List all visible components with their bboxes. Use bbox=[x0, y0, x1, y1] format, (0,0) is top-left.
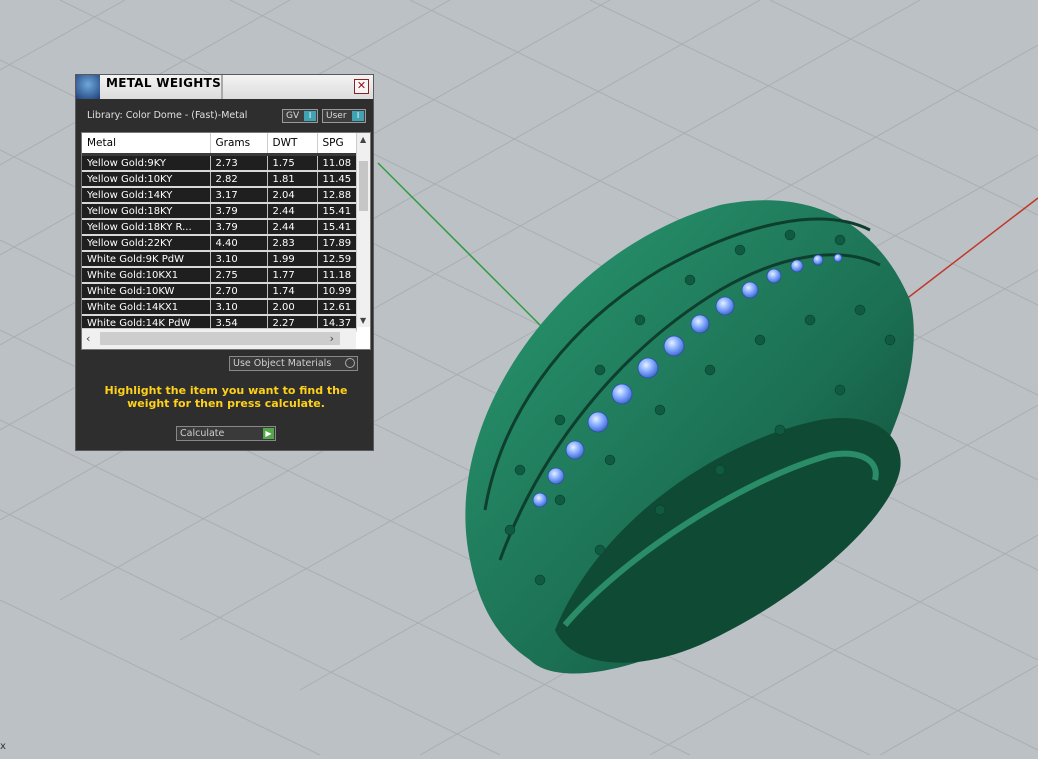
table-row[interactable]: White Gold:14KX1 3.10 2.00 12.61 bbox=[82, 299, 357, 316]
metal-table: Metal Grams DWT SPG Yellow Gold:9KY 2.73 1… bbox=[82, 133, 357, 332]
cell-metal: Yellow Gold:14KY bbox=[82, 187, 211, 204]
cell-spg: 11.08 bbox=[317, 154, 357, 172]
scroll-thumb[interactable] bbox=[359, 161, 368, 211]
title-separator bbox=[221, 75, 223, 99]
library-label: Library: Color Dome - (Fast)-Metal bbox=[87, 110, 248, 121]
vertical-scrollbar[interactable]: ▲ ▼ bbox=[356, 133, 370, 327]
table-row[interactable]: Yellow Gold:18KY R... 3.79 2.44 15.41 bbox=[82, 219, 357, 236]
corner-axis-label: x bbox=[0, 741, 6, 752]
table-row[interactable]: Yellow Gold:9KY 2.73 1.75 11.08 bbox=[82, 154, 357, 172]
cell-metal: Yellow Gold:22KY bbox=[82, 235, 211, 252]
x-axis-line bbox=[904, 197, 1038, 301]
table-row[interactable]: White Gold:10KW 2.70 1.74 10.99 bbox=[82, 283, 357, 300]
instruction-text: Highlight the item you want to find the … bbox=[104, 384, 348, 410]
gv-label: GV bbox=[286, 111, 300, 121]
cell-spg: 15.41 bbox=[317, 219, 357, 236]
cell-grams: 2.70 bbox=[210, 283, 268, 300]
column-header-metal[interactable]: Metal bbox=[82, 133, 211, 156]
toggle-icon: I bbox=[304, 111, 316, 121]
metal-table-box: Metal Grams DWT SPG Yellow Gold:9KY 2.73 1… bbox=[81, 132, 371, 350]
cell-dwt: 2.83 bbox=[267, 235, 318, 252]
cell-dwt: 1.75 bbox=[267, 154, 318, 172]
ring-model[interactable] bbox=[465, 200, 914, 674]
user-toggle[interactable]: User I bbox=[322, 109, 366, 123]
calculate-button[interactable]: Calculate ▶ bbox=[176, 426, 276, 441]
scroll-up-icon[interactable]: ▲ bbox=[360, 135, 366, 144]
table-row[interactable]: Yellow Gold:22KY 4.40 2.83 17.89 bbox=[82, 235, 357, 252]
cell-dwt: 1.81 bbox=[267, 171, 318, 188]
cell-dwt: 2.44 bbox=[267, 203, 318, 220]
cell-metal: Yellow Gold:9KY bbox=[82, 154, 211, 172]
table-row[interactable]: Yellow Gold:14KY 3.17 2.04 12.88 bbox=[82, 187, 357, 204]
cell-dwt: 1.77 bbox=[267, 267, 318, 284]
cell-metal: White Gold:14KX1 bbox=[82, 299, 211, 316]
use-object-materials-button[interactable]: Use Object Materials bbox=[229, 356, 358, 371]
cell-grams: 2.82 bbox=[210, 171, 268, 188]
cell-grams: 3.79 bbox=[210, 219, 268, 236]
panel-title: METAL WEIGHTS bbox=[106, 76, 222, 90]
cell-spg: 12.88 bbox=[317, 187, 357, 204]
scroll-left-icon[interactable]: ‹ bbox=[86, 332, 90, 345]
cell-spg: 12.61 bbox=[317, 299, 357, 316]
table-header-row: Metal Grams DWT SPG bbox=[82, 133, 357, 156]
column-header-dwt[interactable]: DWT bbox=[267, 133, 318, 156]
cell-metal: White Gold:10KX1 bbox=[82, 267, 211, 284]
cell-spg: 10.99 bbox=[317, 283, 357, 300]
table-body: Yellow Gold:9KY 2.73 1.75 11.08 Yellow Gold:… bbox=[82, 154, 357, 332]
cell-grams: 3.79 bbox=[210, 203, 268, 220]
cell-dwt: 2.00 bbox=[267, 299, 318, 316]
cell-grams: 3.17 bbox=[210, 187, 268, 204]
cell-metal: Yellow Gold:18KY R... bbox=[82, 219, 211, 236]
cell-grams: 4.40 bbox=[210, 235, 268, 252]
user-label: User bbox=[326, 111, 347, 121]
cell-grams: 3.10 bbox=[210, 299, 268, 316]
calculate-label: Calculate bbox=[180, 428, 225, 439]
cell-spg: 12.59 bbox=[317, 251, 357, 268]
cell-spg: 11.18 bbox=[317, 267, 357, 284]
panel-titlebar[interactable]: METAL WEIGHTS ✕ bbox=[76, 75, 373, 99]
cell-metal: Yellow Gold:18KY bbox=[82, 203, 211, 220]
cell-metal: Yellow Gold:10KY bbox=[82, 171, 211, 188]
cell-metal: White Gold:9K PdW bbox=[82, 251, 211, 268]
cell-dwt: 1.74 bbox=[267, 283, 318, 300]
metal-weights-panel: METAL WEIGHTS ✕ Library: Color Dome - (F… bbox=[75, 74, 374, 451]
cell-grams: 3.10 bbox=[210, 251, 268, 268]
app-logo-icon bbox=[76, 75, 100, 99]
table-row[interactable]: White Gold:9K PdW 3.10 1.99 12.59 bbox=[82, 251, 357, 268]
play-icon: ▶ bbox=[263, 428, 274, 439]
table-row[interactable]: Yellow Gold:10KY 2.82 1.81 11.45 bbox=[82, 171, 357, 188]
close-button[interactable]: ✕ bbox=[354, 79, 369, 94]
cell-metal: White Gold:10KW bbox=[82, 283, 211, 300]
scroll-down-icon[interactable]: ▼ bbox=[360, 316, 366, 325]
table-row[interactable]: Yellow Gold:18KY 3.79 2.44 15.41 bbox=[82, 203, 357, 220]
scroll-thumb[interactable] bbox=[100, 332, 340, 345]
toggle-icon: I bbox=[352, 111, 364, 121]
cell-grams: 2.75 bbox=[210, 267, 268, 284]
cell-spg: 15.41 bbox=[317, 203, 357, 220]
cell-dwt: 2.44 bbox=[267, 219, 318, 236]
horizontal-scrollbar[interactable]: ‹ › bbox=[82, 328, 356, 349]
column-header-spg[interactable]: SPG bbox=[317, 133, 357, 156]
use-object-materials-label: Use Object Materials bbox=[233, 358, 332, 369]
cell-dwt: 1.99 bbox=[267, 251, 318, 268]
column-header-grams[interactable]: Grams bbox=[210, 133, 268, 156]
gv-toggle[interactable]: GV I bbox=[282, 109, 318, 123]
cell-spg: 17.89 bbox=[317, 235, 357, 252]
cell-grams: 2.73 bbox=[210, 154, 268, 172]
table-row[interactable]: White Gold:10KX1 2.75 1.77 11.18 bbox=[82, 267, 357, 284]
cell-dwt: 2.04 bbox=[267, 187, 318, 204]
cell-spg: 11.45 bbox=[317, 171, 357, 188]
scroll-right-icon[interactable]: › bbox=[330, 332, 334, 345]
y-axis-line bbox=[377, 162, 546, 331]
radio-icon bbox=[345, 358, 355, 368]
